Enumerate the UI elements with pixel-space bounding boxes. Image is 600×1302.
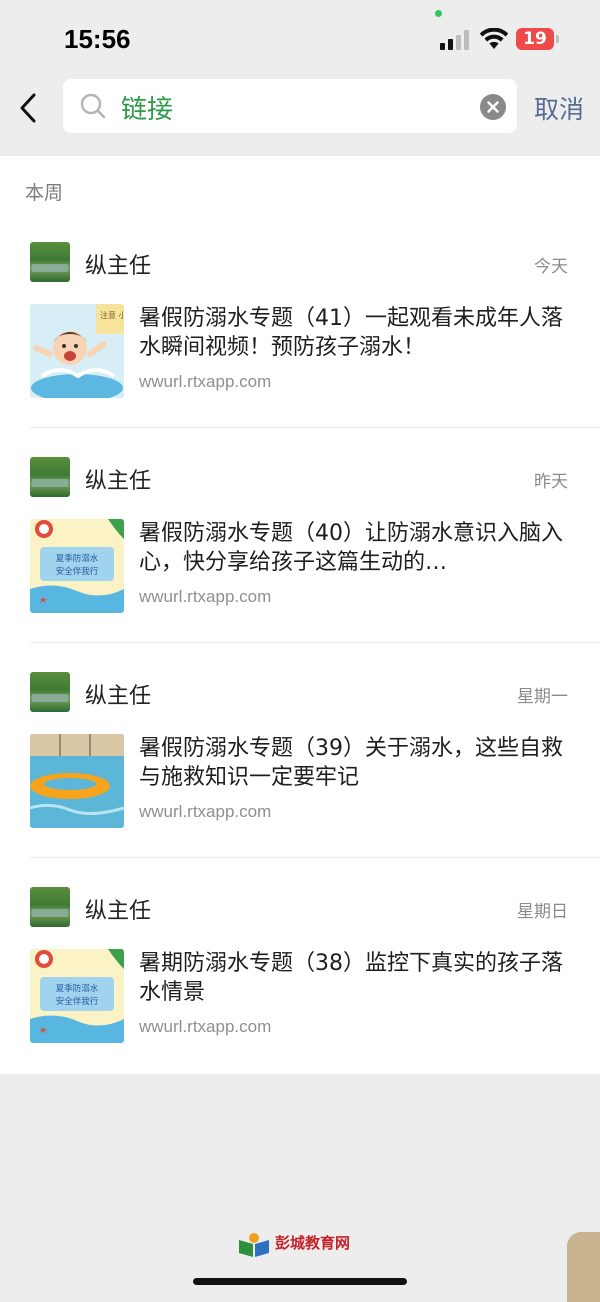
- list-item[interactable]: 纵主任 昨天 夏季防溺水 安全伴我行 暑假防溺水专题（40）让防溺水意识入脑入心…: [0, 457, 600, 672]
- clear-search-icon[interactable]: [480, 94, 506, 120]
- article-thumbnail: 夏季防溺水 安全伴我行: [30, 949, 124, 1043]
- status-bar: 15:56 19: [0, 0, 600, 72]
- avatar: [30, 887, 70, 927]
- svg-text:安全伴我行: 安全伴我行: [56, 566, 99, 577]
- article-title[interactable]: 暑假防溺水专题（40）让防溺水意识入脑入心，快分享给孩子这篇生动的…: [139, 519, 571, 577]
- author-name: 纵主任: [85, 254, 152, 279]
- post-day: 星期日: [517, 902, 568, 922]
- avatar: [30, 457, 70, 497]
- search-header: 链接 取消: [0, 72, 600, 156]
- book-logo-icon: [239, 1233, 269, 1257]
- author-name: 纵主任: [85, 469, 152, 494]
- watermark-logo: 彭城教育网: [237, 1230, 363, 1260]
- pool-float-photo: [30, 734, 124, 828]
- status-time: 15:56: [64, 24, 131, 54]
- privacy-indicator-dot: [435, 10, 442, 17]
- article-title[interactable]: 暑假防溺水专题（41）一起观看未成年人落水瞬间视频！预防孩子溺水！: [139, 304, 571, 362]
- back-chevron-icon[interactable]: [14, 90, 44, 126]
- article-thumbnail: 夏季防溺水 安全伴我行: [30, 519, 124, 613]
- avatar: [30, 672, 70, 712]
- article-thumbnail: [30, 734, 124, 828]
- cancel-button[interactable]: 取消: [534, 90, 584, 126]
- cellular-signal-icon: [440, 30, 470, 50]
- divider: [30, 642, 600, 643]
- article-url: wwurl.rtxapp.com: [139, 587, 272, 606]
- article-url: wwurl.rtxapp.com: [139, 802, 272, 821]
- battery-level: 19: [523, 29, 547, 49]
- article-title[interactable]: 暑假防溺水专题（39）关于溺水，这些自救与施救知识一定要牢记: [139, 734, 571, 792]
- search-results-panel: 本周 纵主任 今天 注意 小心 暑假防溺水专题（41）一起观看未成年人落水瞬间视…: [0, 156, 600, 1074]
- divider: [30, 857, 600, 858]
- svg-text:夏季防溺水: 夏季防溺水: [56, 983, 99, 994]
- battery-cap: [556, 35, 559, 43]
- post-day: 今天: [534, 257, 568, 277]
- list-item[interactable]: 纵主任 星期日 夏季防溺水 安全伴我行 暑期防溺水专题（38）监控下真实的孩子落…: [0, 887, 600, 1102]
- author-name: 纵主任: [85, 684, 152, 709]
- article-thumbnail: 注意 小心: [30, 304, 124, 398]
- thumb-caption: 注意 小心: [100, 310, 124, 320]
- list-item[interactable]: 纵主任 今天 注意 小心 暑假防溺水专题（41）一起观看未成年人落水瞬间视频！预…: [0, 242, 600, 457]
- avatar: [30, 242, 70, 282]
- list-item[interactable]: 纵主任 星期一 暑假防溺水专题（39）关于溺水，这些自救与施救知识一定要牢记 w…: [0, 672, 600, 887]
- article-url: wwurl.rtxapp.com: [139, 372, 272, 391]
- watermark-text: 彭城教育网: [275, 1234, 351, 1252]
- battery-icon: 19: [516, 28, 554, 50]
- home-indicator[interactable]: [193, 1278, 407, 1285]
- summer-safety-poster: 夏季防溺水 安全伴我行: [30, 949, 124, 1043]
- section-label: 本周: [25, 182, 64, 204]
- divider: [30, 427, 600, 428]
- search-input[interactable]: 链接: [63, 79, 517, 133]
- post-day: 昨天: [534, 472, 568, 492]
- author-name: 纵主任: [85, 899, 152, 924]
- article-title[interactable]: 暑期防溺水专题（38）监控下真实的孩子落水情景: [139, 949, 571, 1007]
- svg-text:安全伴我行: 安全伴我行: [56, 996, 99, 1007]
- article-url: wwurl.rtxapp.com: [139, 1017, 272, 1036]
- svg-text:夏季防溺水: 夏季防溺水: [56, 553, 99, 564]
- child-drowning-illustration: 注意 小心: [30, 304, 124, 398]
- post-day: 星期一: [517, 687, 568, 707]
- summer-safety-poster: 夏季防溺水 安全伴我行: [30, 519, 124, 613]
- wifi-icon: [479, 28, 509, 49]
- search-icon: [80, 93, 106, 119]
- floating-corner-tab[interactable]: [567, 1232, 600, 1302]
- search-query[interactable]: 链接: [121, 89, 173, 126]
